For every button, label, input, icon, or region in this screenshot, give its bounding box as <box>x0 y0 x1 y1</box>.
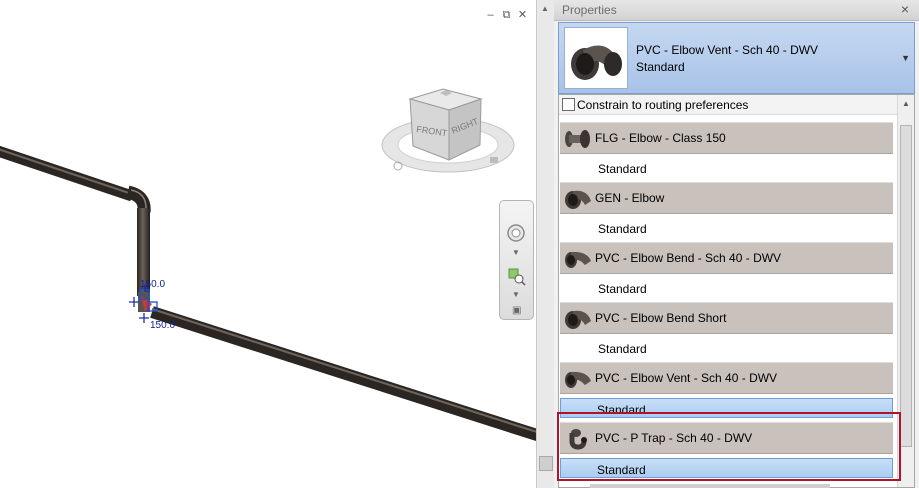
scroll-up-icon[interactable]: ▲ <box>902 99 910 108</box>
horizontal-scrollbar-stub <box>590 484 830 488</box>
properties-titlebar[interactable]: Properties × <box>554 0 919 21</box>
type-name: Standard <box>598 282 647 296</box>
constrain-checkbox[interactable] <box>562 98 575 111</box>
elbow-fitting-icon <box>565 190 591 209</box>
family-row[interactable]: PVC - Elbow Bend - Sch 40 - DWV <box>560 242 893 274</box>
family-name: FLG - Elbow - Class 150 <box>595 131 726 145</box>
elbow-fitting-icon <box>565 251 591 268</box>
dimension-label-top[interactable]: 150.0 <box>140 279 165 290</box>
type-row-selected[interactable]: Standard <box>560 458 893 478</box>
type-name: Standard <box>598 162 647 176</box>
family-row[interactable]: FLG - Elbow - Class 150 <box>560 122 893 154</box>
type-row[interactable]: Standard <box>595 218 893 238</box>
type-preview-image <box>564 27 628 89</box>
selected-type-name: Standard <box>636 60 685 74</box>
type-name: Standard <box>598 222 647 236</box>
steering-wheel-icon[interactable] <box>506 223 526 243</box>
p-trap-icon <box>569 429 587 450</box>
chevron-down-icon[interactable]: ▼ <box>901 53 910 63</box>
family-row[interactable]: PVC - P Trap - Sch 40 - DWV <box>560 422 893 454</box>
family-row[interactable]: GEN - Elbow <box>560 182 893 214</box>
navigation-bar: ▼ ▼ ▣ <box>499 200 534 320</box>
restore-icon[interactable]: ⧉ <box>500 9 513 21</box>
selected-family-name: PVC - Elbow Vent - Sch 40 - DWV <box>636 43 819 57</box>
constrain-routing-option[interactable]: Constrain to routing preferences <box>559 95 897 115</box>
constrain-label: Constrain to routing preferences <box>577 98 749 112</box>
scroll-up-icon[interactable]: ▲ <box>541 4 549 13</box>
navbar-options-icon[interactable]: ▣ <box>512 305 521 316</box>
type-row[interactable]: Standard <box>595 338 893 358</box>
family-name: PVC - Elbow Bend Short <box>595 311 727 325</box>
dropdown-scrollbar-thumb[interactable] <box>900 125 912 447</box>
type-row[interactable]: Standard <box>595 158 893 178</box>
family-name: PVC - Elbow Vent - Sch 40 - DWV <box>595 371 778 385</box>
properties-palette: Properties × PVC - Elbow Vent - Sch 40 -… <box>554 0 919 488</box>
properties-title: Properties <box>562 3 617 17</box>
type-dropdown-list[interactable]: Constrain to routing preferences ▲ FLG -… <box>558 94 915 488</box>
type-name: Standard <box>597 403 646 417</box>
family-name: PVC - P Trap - Sch 40 - DWV <box>595 431 753 445</box>
type-name: Standard <box>598 342 647 356</box>
type-row[interactable]: Standard <box>595 278 893 298</box>
family-row[interactable]: PVC - Elbow Vent - Sch 40 - DWV <box>560 362 893 394</box>
view-window-controls: – ⧉ ✕ <box>484 9 529 21</box>
dimension-label-bottom[interactable]: 150.0 <box>150 320 175 331</box>
family-name: PVC - Elbow Bend - Sch 40 - DWV <box>595 251 782 265</box>
chevron-down-icon[interactable]: ▼ <box>512 248 520 257</box>
close-icon[interactable]: ✕ <box>516 9 529 21</box>
scrollbar-thumb[interactable] <box>539 456 553 471</box>
viewport-scrollbar[interactable]: ▲ <box>536 0 555 488</box>
elbow-fitting-icon <box>565 310 591 329</box>
zoom-region-icon[interactable] <box>506 266 526 286</box>
type-row-selected[interactable]: Standard <box>560 398 893 418</box>
pipe-segment-lower[interactable] <box>150 306 536 442</box>
family-name: GEN - Elbow <box>595 191 665 205</box>
close-icon[interactable]: × <box>901 1 909 17</box>
3d-viewport[interactable]: FRONT RIGHT – ⧉ ✕ 150.0 150.0 ▼ ▼ ▣ <box>0 0 536 488</box>
chevron-down-icon[interactable]: ▼ <box>512 290 520 299</box>
family-row[interactable]: PVC - Elbow Bend Short <box>560 302 893 334</box>
type-name: Standard <box>597 463 646 477</box>
pipe-model[interactable]: FRONT RIGHT <box>0 0 536 488</box>
elbow-fitting-icon <box>565 371 591 388</box>
view-cube[interactable]: FRONT RIGHT <box>381 88 515 173</box>
flanged-elbow-icon <box>565 130 590 148</box>
elbow-fitting-icon <box>571 45 622 80</box>
minimize-icon[interactable]: – <box>484 9 497 21</box>
dropdown-scrollbar[interactable]: ▲ <box>897 95 914 487</box>
type-selector[interactable]: PVC - Elbow Vent - Sch 40 - DWV Standard… <box>558 22 915 94</box>
